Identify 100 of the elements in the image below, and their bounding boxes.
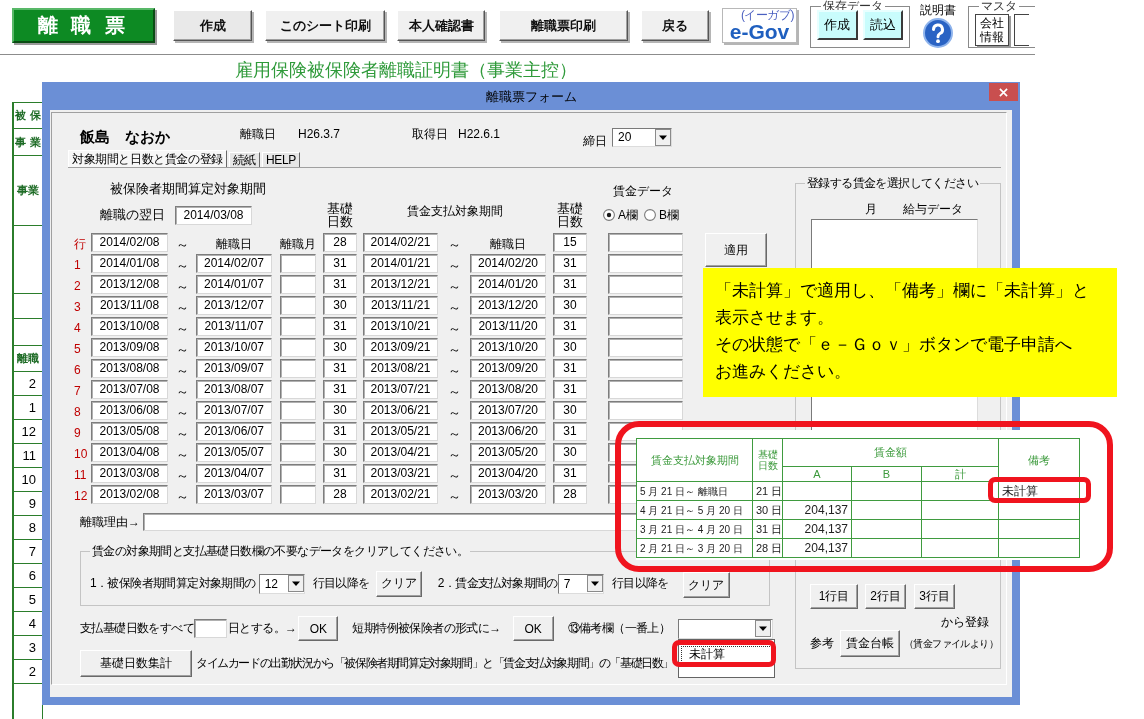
month-field[interactable] [280, 359, 316, 378]
days-field[interactable]: 30 [553, 443, 587, 462]
date-field[interactable]: 2013/10/08 [91, 317, 168, 336]
month-field[interactable] [280, 464, 316, 483]
tab[interactable]: 対象期間と日数と賃金の登録 [68, 150, 227, 167]
close-button[interactable] [989, 83, 1018, 101]
date-field[interactable]: 2013/11/07 [196, 317, 272, 336]
title-button[interactable]: 離 職 票 [12, 8, 155, 43]
days-field[interactable]: 30 [323, 338, 357, 357]
days-field[interactable]: 31 [323, 317, 357, 336]
date-field[interactable]: 2013/05/21 [363, 422, 438, 441]
date-field[interactable]: 2013/02/21 [363, 485, 438, 504]
wage-field[interactable] [608, 359, 683, 378]
date-field[interactable]: 2013/07/08 [91, 380, 168, 399]
day-select[interactable]: 20 [612, 127, 672, 147]
tally-button[interactable]: 基礎日数集計 [80, 650, 192, 677]
row-select[interactable]: 7 [557, 573, 604, 594]
days-field[interactable]: 31 [553, 359, 587, 378]
date-field[interactable]: 2014/01/08 [91, 254, 168, 273]
date-field[interactable]: 2013/06/20 [470, 422, 546, 441]
month-field[interactable] [280, 296, 316, 315]
date-field[interactable]: 2013/07/21 [363, 380, 438, 399]
days-field[interactable]: 31 [553, 464, 587, 483]
egov-button[interactable]: (イーガブ) e-Gov [722, 8, 797, 43]
date-field[interactable]: 2013/07/07 [196, 401, 272, 420]
date-field[interactable]: 2013/04/21 [363, 443, 438, 462]
toolbar-button[interactable]: 会社情報 [975, 14, 1009, 46]
days-field[interactable]: 30 [553, 338, 587, 357]
days-field[interactable]: 30 [323, 401, 357, 420]
date-field[interactable]: 2013/04/08 [91, 443, 168, 462]
wage-field[interactable] [608, 296, 683, 315]
date-field[interactable]: 2013/10/07 [196, 338, 272, 357]
date-field[interactable]: 2013/08/07 [196, 380, 272, 399]
date-field[interactable]: 2013/12/08 [91, 275, 168, 294]
days-field[interactable]: 30 [553, 296, 587, 315]
days-field[interactable]: 30 [323, 296, 357, 315]
date-field[interactable]: 2013/10/20 [470, 338, 546, 357]
date-field[interactable]: 2013/12/21 [363, 275, 438, 294]
date-field[interactable]: 2013/08/21 [363, 359, 438, 378]
month-field[interactable] [280, 338, 316, 357]
date-field[interactable]: 2013/03/20 [470, 485, 546, 504]
days-field[interactable]: 30 [323, 443, 357, 462]
date-field[interactable]: 2014/03/08 [175, 205, 252, 225]
date-field[interactable]: 2013/05/20 [470, 443, 546, 462]
date-field[interactable]: 2013/11/21 [363, 296, 438, 315]
date-field[interactable]: 2013/04/20 [470, 464, 546, 483]
date-field[interactable]: 2013/05/07 [196, 443, 272, 462]
toolbar-button[interactable]: 作成 [173, 10, 252, 41]
date-field[interactable]: 2014/01/21 [363, 254, 438, 273]
tab[interactable]: HELP [262, 152, 300, 167]
radio-button[interactable]: A欄 [603, 206, 638, 224]
ok-button[interactable]: OK [298, 616, 339, 641]
date-field[interactable]: 2013/02/08 [91, 485, 168, 504]
month-field[interactable] [280, 317, 316, 336]
month-field[interactable] [280, 443, 316, 462]
date-field[interactable]: 2013/03/21 [363, 464, 438, 483]
date-field[interactable]: 2013/09/20 [470, 359, 546, 378]
help-icon[interactable] [922, 18, 954, 48]
toolbar-button[interactable]: 離職票印刷 [499, 10, 628, 41]
row-button[interactable]: 1行目 [810, 584, 858, 609]
row-button[interactable]: 2行目 [865, 584, 906, 609]
wage-field[interactable] [608, 338, 683, 357]
date-field[interactable]: 2013/12/07 [196, 296, 272, 315]
date-field[interactable]: 2013/04/07 [196, 464, 272, 483]
radio-button[interactable]: B欄 [644, 206, 680, 224]
days-field[interactable]: 31 [323, 275, 357, 294]
days-field[interactable]: 31 [323, 359, 357, 378]
wage-field[interactable] [608, 275, 683, 294]
date-field[interactable]: 2014/01/20 [470, 275, 546, 294]
apply-button[interactable]: 適用 [705, 233, 767, 267]
wage-field[interactable] [608, 380, 683, 399]
days-field[interactable]: 28 [553, 485, 587, 504]
date-field[interactable]: 2013/06/08 [91, 401, 168, 420]
row-select[interactable]: 12 [258, 573, 305, 594]
date-field[interactable]: 2013/06/21 [363, 401, 438, 420]
days-field[interactable]: 31 [553, 422, 587, 441]
date-field[interactable]: 2013/08/20 [470, 380, 546, 399]
row-button[interactable]: 3行目 [914, 584, 955, 609]
date-field[interactable]: 2013/05/08 [91, 422, 168, 441]
date-field[interactable]: 2014/02/20 [470, 254, 546, 273]
days-field[interactable]: 31 [323, 422, 357, 441]
toolbar-button[interactable]: 本人確認書 [397, 10, 485, 41]
ledger-button[interactable]: 賃金台帳 [840, 630, 900, 657]
days-field[interactable]: 31 [323, 464, 357, 483]
date-field[interactable]: 2013/09/08 [91, 338, 168, 357]
date-field[interactable]: 2014/01/07 [196, 275, 272, 294]
dropdown-option[interactable]: 未計算 [681, 645, 773, 663]
date-field[interactable]: 2014/02/08 [91, 233, 168, 252]
toolbar-button[interactable]: 戻る [641, 10, 709, 41]
days-field[interactable]: 28 [323, 233, 357, 252]
date-field[interactable]: 2013/10/21 [363, 317, 438, 336]
month-field[interactable] [280, 422, 316, 441]
days-field[interactable]: 31 [553, 380, 587, 399]
month-field[interactable] [280, 401, 316, 420]
date-field[interactable]: 2013/11/20 [470, 317, 546, 336]
date-field[interactable]: 2013/09/21 [363, 338, 438, 357]
toolbar-button[interactable] [1013, 14, 1029, 46]
date-field[interactable]: 2013/11/08 [91, 296, 168, 315]
days-field[interactable]: 31 [553, 275, 587, 294]
remarks-combo[interactable] [678, 618, 774, 639]
